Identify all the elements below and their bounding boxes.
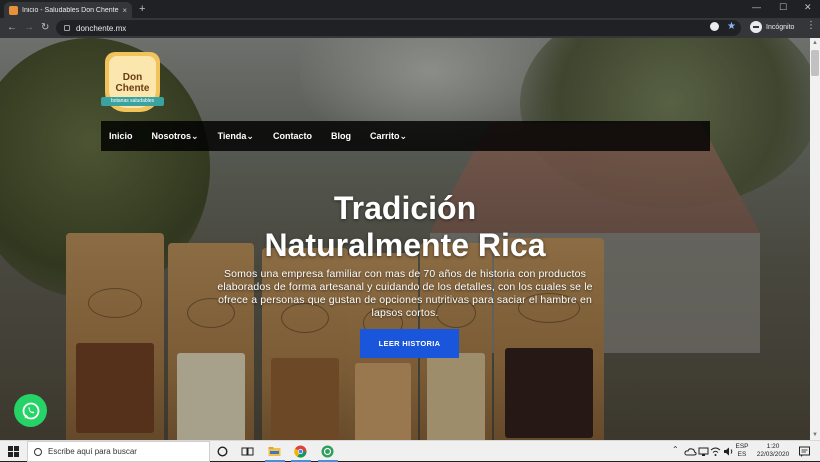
taskbar-search-box[interactable]: Escribe aquí para buscar	[27, 441, 210, 462]
onedrive-icon[interactable]	[684, 445, 697, 458]
page-viewport: Don Chente botanas saludables Inicio Nos…	[0, 38, 810, 440]
tab-close-icon[interactable]: ×	[122, 6, 127, 15]
new-tab-button[interactable]: +	[139, 2, 145, 16]
chrome-icon[interactable]	[294, 445, 307, 458]
chevron-down-icon: ⌄	[246, 130, 254, 141]
lock-icon	[64, 25, 70, 31]
logo-text-line1: Don	[122, 72, 143, 83]
clock-date: 22/03/2020	[756, 451, 790, 458]
window-maximize-button[interactable]: ☐	[779, 2, 787, 13]
tab-title: Inicio - Saludables Don Chente	[22, 6, 119, 14]
scrollbar-thumb[interactable]	[811, 50, 819, 76]
notifications-icon[interactable]	[798, 445, 811, 458]
volume-icon[interactable]	[722, 445, 735, 458]
extension-icon[interactable]	[710, 22, 719, 31]
bookmark-star-icon[interactable]: ★	[727, 21, 736, 32]
site-logo[interactable]: Don Chente botanas saludables	[101, 52, 164, 112]
clock-time: 1:20	[766, 443, 780, 450]
app-green-icon[interactable]	[321, 445, 334, 458]
windows-start-icon[interactable]	[8, 446, 19, 457]
logo-text-line2: Chente	[115, 83, 150, 94]
browser-tab-active[interactable]: Inicio - Saludables Don Chente ×	[4, 2, 132, 18]
nav-item-blog[interactable]: Blog	[331, 131, 351, 141]
input-language[interactable]: ESP ES	[735, 443, 749, 459]
browser-menu-icon[interactable]: ⋮	[806, 20, 816, 31]
search-icon	[34, 447, 42, 456]
back-arrow-icon[interactable]: ←	[7, 21, 17, 35]
scroll-down-icon[interactable]: ▼	[812, 432, 818, 438]
nav-item-contacto[interactable]: Contacto	[273, 131, 312, 141]
tray-chevron-up-icon[interactable]: ⌃	[672, 445, 679, 454]
main-navigation: Inicio Nosotros⌄ Tienda⌄ Contacto Blog C…	[101, 121, 710, 151]
chevron-down-icon: ⌄	[191, 130, 199, 141]
browser-toolbar: ← → ↻ donchente.mx ★ Incógnito ⋮	[0, 18, 820, 38]
incognito-icon	[750, 21, 762, 33]
forward-arrow-icon[interactable]: →	[24, 21, 34, 35]
address-bar[interactable]: donchente.mx ★	[56, 20, 741, 36]
window-minimize-button[interactable]: —	[752, 2, 761, 12]
incognito-label: Incógnito	[766, 23, 795, 31]
scroll-up-icon[interactable]: ▲	[812, 40, 818, 46]
windows-taskbar: Escribe aquí para buscar ⌃ ESP ES 1:20 2…	[0, 440, 820, 462]
whatsapp-icon	[22, 402, 39, 419]
hero-title-line2: Naturalmente Rica	[264, 227, 546, 263]
cortana-icon[interactable]	[216, 445, 229, 458]
nav-item-nosotros[interactable]: Nosotros⌄	[152, 131, 199, 142]
whatsapp-button[interactable]	[14, 394, 47, 427]
site-favicon-icon	[9, 5, 18, 15]
file-explorer-icon[interactable]	[268, 445, 281, 458]
reload-icon[interactable]: ↻	[41, 21, 49, 35]
address-url[interactable]: donchente.mx	[76, 24, 126, 33]
leer-historia-button[interactable]: LEER HISTORIA	[360, 329, 459, 358]
task-view-icon[interactable]	[241, 445, 254, 458]
nav-item-carrito[interactable]: Carrito⌄	[370, 131, 407, 142]
incognito-profile-button[interactable]: Incógnito	[750, 21, 794, 33]
taskbar-search-placeholder: Escribe aquí para buscar	[48, 447, 137, 456]
page-scrollbar[interactable]: ▲ ▼	[810, 38, 820, 440]
hero-description: Somos una empresa familiar con mas de 70…	[217, 268, 593, 319]
wifi-icon[interactable]	[709, 445, 722, 458]
window-close-button[interactable]: ✕	[804, 2, 812, 13]
browser-tabstrip: Inicio - Saludables Don Chente × + — ☐ ✕	[0, 0, 820, 18]
nav-item-tienda[interactable]: Tienda⌄	[218, 131, 254, 142]
hero-title-line1: Tradición	[333, 190, 477, 226]
chevron-down-icon: ⌄	[399, 130, 408, 141]
logo-tagline: botanas saludables	[101, 97, 164, 106]
nav-item-inicio[interactable]: Inicio	[109, 131, 133, 141]
taskbar-clock[interactable]: 1:20 22/03/2020	[752, 443, 794, 459]
